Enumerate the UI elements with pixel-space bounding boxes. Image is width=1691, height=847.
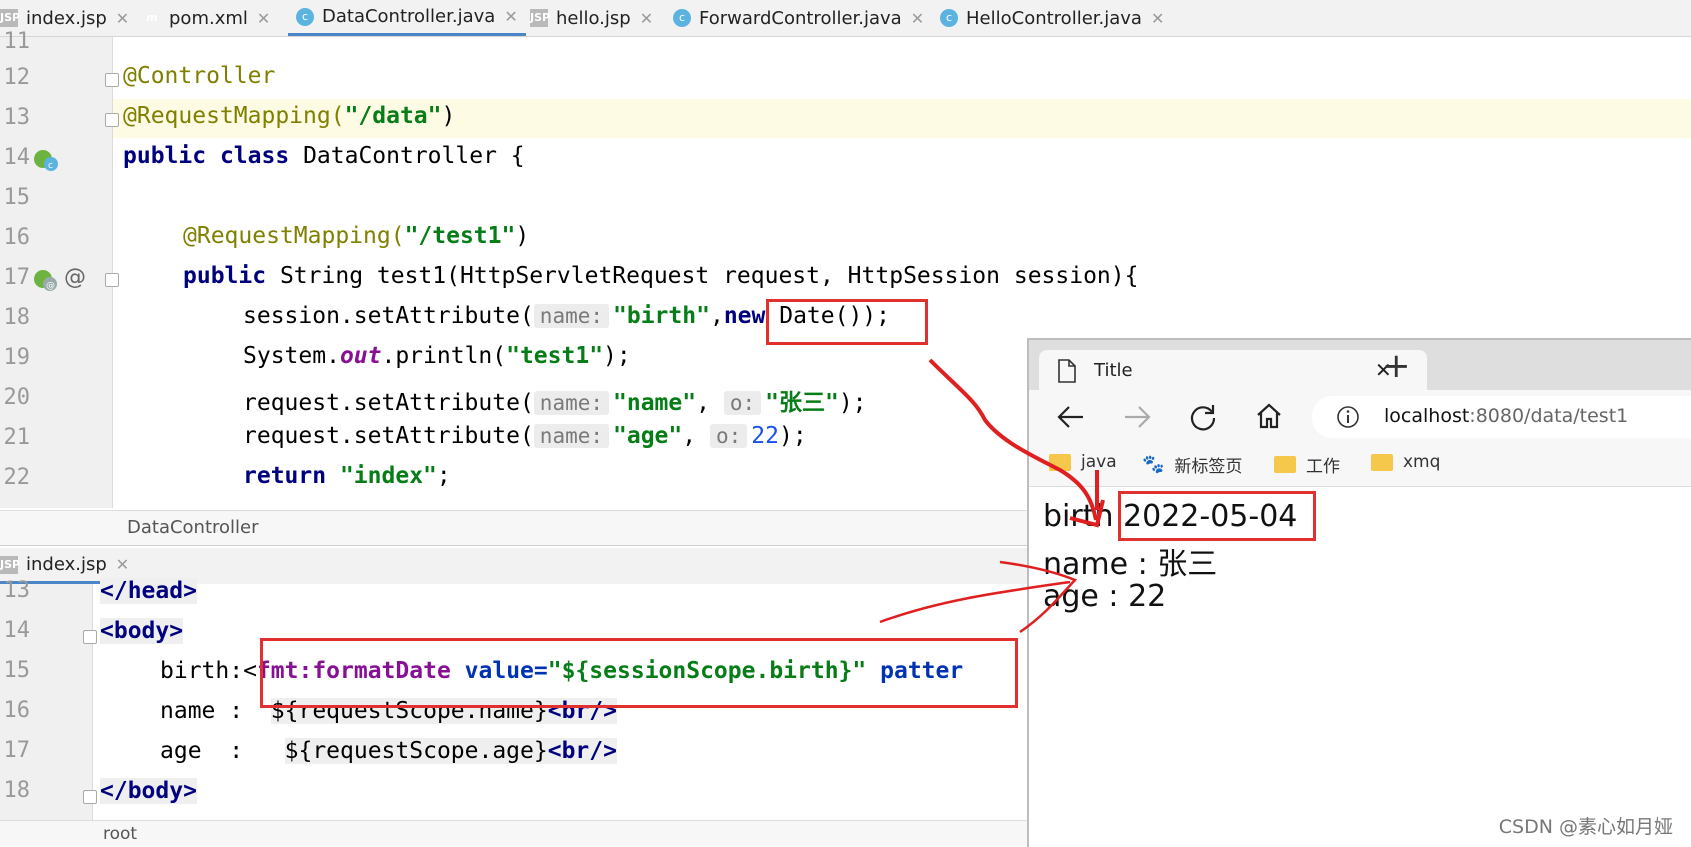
annotation-arrows xyxy=(879,358,1105,634)
arrow-new-date-to-output xyxy=(928,358,1098,521)
watermark: CSDN @素心如月娅 xyxy=(1498,816,1673,838)
arrow-scribble xyxy=(999,560,1078,634)
